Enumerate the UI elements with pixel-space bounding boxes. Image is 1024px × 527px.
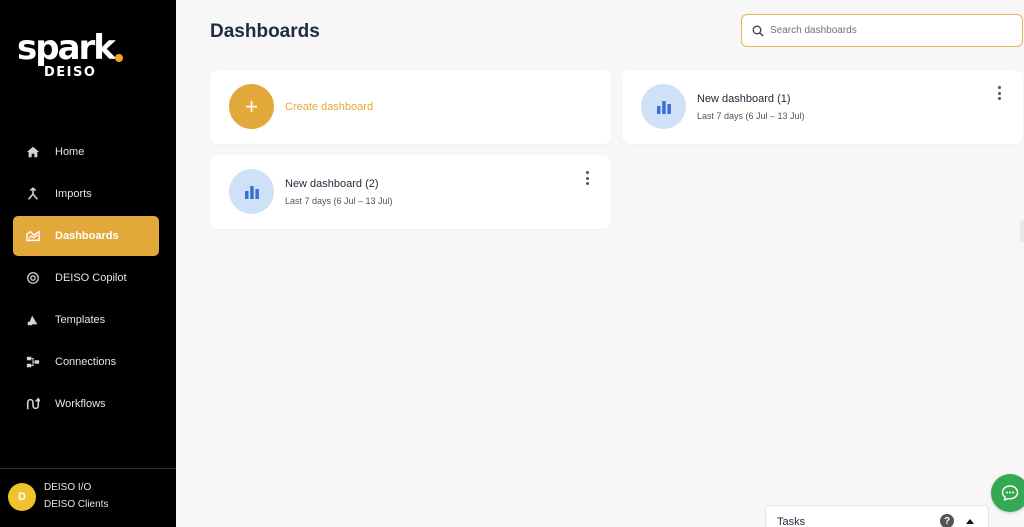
templates-icon [25, 312, 41, 328]
sidebar-item-label: Connections [55, 356, 117, 368]
workflows-icon [25, 396, 41, 412]
sidebar-item-label: Workflows [55, 398, 106, 410]
imports-icon [25, 186, 41, 202]
dashboard-date-range: Last 7 days (6 Jul – 13 Jul) [697, 111, 805, 121]
sidebar-item-label: Imports [55, 188, 92, 200]
create-dashboard-card[interactable]: + Create dashboard [210, 70, 611, 144]
sidebar-item-label: Home [55, 146, 85, 158]
chat-icon [1001, 485, 1019, 502]
more-options-icon[interactable] [583, 171, 591, 185]
dashboard-title: New dashboard (1) [697, 93, 791, 105]
sidebar-item-label: Templates [55, 314, 106, 326]
connections-icon [25, 354, 41, 370]
sidebar-item-templates[interactable]: Templates [13, 300, 159, 340]
search-input[interactable] [770, 25, 1010, 36]
sidebar-item-label: Dashboards [55, 230, 119, 242]
home-icon [25, 144, 41, 160]
more-options-icon[interactable] [995, 86, 1003, 100]
chat-button[interactable] [991, 474, 1024, 512]
dashboard-title: New dashboard (2) [285, 178, 379, 190]
tasks-label: Tasks [777, 516, 806, 527]
logo-subtitle: DEISO [44, 65, 97, 80]
dashboard-date-range: Last 7 days (6 Jul – 13 Jul) [285, 196, 393, 206]
sidebar-item-label: DEISO Copilot [55, 272, 127, 284]
sidebar: spark DEISO Home Imports Dashboards DEIS… [0, 0, 176, 527]
page-title: Dashboards [210, 21, 320, 42]
plus-icon: + [229, 84, 274, 129]
spark-deiso-logo[interactable]: spark DEISO [17, 31, 127, 83]
sidebar-item-imports[interactable]: Imports [13, 174, 159, 214]
sidebar-item-dashboards[interactable]: Dashboards [13, 216, 159, 256]
copilot-icon [25, 270, 41, 286]
dashboard-card[interactable]: New dashboard (1) Last 7 days (6 Jul – 1… [622, 70, 1023, 144]
avatar: D [8, 483, 36, 511]
dashboard-card[interactable]: New dashboard (2) Last 7 days (6 Jul – 1… [210, 155, 611, 229]
caret-up-icon[interactable] [966, 519, 974, 524]
sidebar-item-connections[interactable]: Connections [13, 342, 159, 382]
search-box[interactable] [741, 14, 1023, 47]
help-icon[interactable]: ? [940, 514, 954, 527]
bar-chart-icon [229, 169, 274, 214]
user-account[interactable]: D DEISO I/O DEISO Clients [0, 468, 176, 527]
tasks-panel[interactable]: Tasks ? [765, 505, 989, 527]
user-organization: DEISO Clients [44, 499, 109, 510]
bar-chart-icon [641, 84, 686, 129]
search-icon [752, 25, 764, 36]
sidebar-item-home[interactable]: Home [13, 132, 159, 172]
dashboards-icon [25, 228, 41, 244]
logo-dot [115, 54, 123, 62]
sidebar-item-workflows[interactable]: Workflows [13, 384, 159, 424]
create-dashboard-label: Create dashboard [285, 101, 374, 113]
side-panel-handle[interactable] [1020, 220, 1024, 242]
user-name: DEISO I/O [44, 482, 92, 493]
sidebar-item-deiso-copilot[interactable]: DEISO Copilot [13, 258, 159, 298]
logo-wordmark: spark [17, 28, 116, 68]
